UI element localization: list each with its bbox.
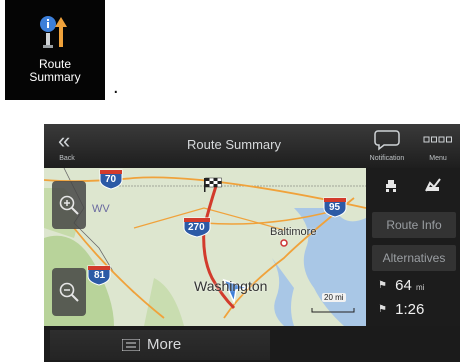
- route-map[interactable]: 70 95 270 81 WV Baltimore Washington 20 …: [44, 168, 366, 326]
- map-canvas: [44, 168, 366, 326]
- tile-label: Route Summary: [29, 57, 81, 84]
- menu-button[interactable]: Menu: [416, 124, 460, 168]
- back-chevron-icon: «: [58, 128, 70, 153]
- notification-label: Notification: [369, 155, 405, 162]
- state-label: WV: [92, 203, 110, 215]
- route-info-button[interactable]: Route Info: [372, 212, 456, 238]
- shield-81-number: 81: [94, 270, 106, 281]
- page-title: Route Summary: [187, 137, 281, 152]
- notification-button[interactable]: Notification: [362, 124, 412, 168]
- route-type-icons: [366, 168, 460, 208]
- shield-95-number: 95: [329, 202, 341, 213]
- distance-unit: mi: [416, 283, 425, 292]
- more-label: More: [147, 336, 182, 353]
- back-button[interactable]: « Back: [44, 124, 90, 168]
- caption-period: .: [113, 76, 119, 98]
- shield-270-number: 270: [188, 222, 205, 233]
- city-label-washington: Washington: [194, 278, 268, 294]
- distance-stat: ⚑ 64 mi: [378, 277, 424, 294]
- list-lines-icon: [122, 339, 140, 351]
- distance-flag-icon: ⚑: [378, 280, 387, 291]
- zoom-in-button[interactable]: [52, 181, 86, 229]
- shield-70-number: 70: [105, 174, 117, 185]
- city-label-baltimore: Baltimore: [270, 226, 317, 238]
- zoom-out-button[interactable]: [52, 268, 86, 316]
- map-scale-label: 20 mi: [322, 293, 346, 302]
- route-summary-tile[interactable]: Route Summary: [5, 0, 105, 100]
- alternatives-button[interactable]: Alternatives: [372, 245, 456, 271]
- menu-dots-icon: [423, 136, 452, 143]
- zoom-out-icon: [59, 282, 79, 302]
- time-value: 1:26: [395, 301, 425, 318]
- speech-bubble-icon: [374, 130, 400, 151]
- menu-label: Menu: [429, 155, 447, 162]
- time-stat: ⚑ 1:26: [378, 301, 424, 318]
- more-button[interactable]: More: [50, 330, 270, 360]
- top-bar: « Back Route Summary Notification Menu: [44, 124, 460, 168]
- navigation-screen: « Back Route Summary Notification Menu 7…: [44, 124, 460, 362]
- bottom-bar: More: [44, 326, 460, 362]
- route-path-icon[interactable]: [424, 177, 444, 193]
- route-side-panel: Route Info Alternatives ⚑ 64 mi ⚑ 1:26: [366, 168, 460, 326]
- zoom-in-icon: [59, 195, 79, 215]
- time-flag-icon: ⚑: [378, 304, 387, 315]
- car-route-icon[interactable]: [384, 179, 398, 193]
- distance-value: 64: [395, 277, 412, 294]
- back-label: Back: [59, 155, 75, 162]
- route-summary-icon: [40, 16, 67, 48]
